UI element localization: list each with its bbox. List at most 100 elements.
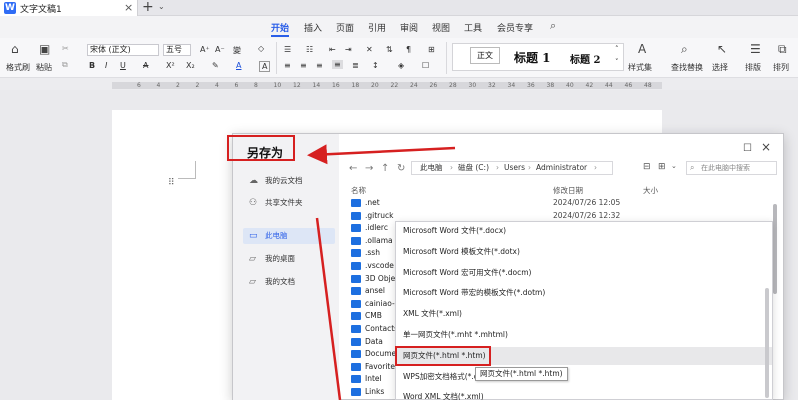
file-type-option[interactable]: Microsoft Word 模板文件(*.dotx) — [396, 243, 772, 261]
style-normal[interactable]: 正文 — [470, 47, 500, 64]
arrange-label[interactable]: 排列 — [773, 62, 789, 73]
strikethrough-icon[interactable]: A — [143, 61, 148, 70]
column-header-size[interactable]: 大小 — [643, 185, 658, 196]
breadcrumb-users[interactable]: Users — [504, 162, 525, 174]
view-mode-icon[interactable]: ⊞ — [658, 162, 666, 172]
view-mode-dropdown-icon[interactable]: ⌄ — [671, 162, 677, 170]
line-spacing-icon[interactable]: ↕ — [372, 61, 379, 70]
ruler-bar[interactable] — [112, 82, 662, 89]
tab-list-dropdown-icon[interactable]: ⌄ — [158, 2, 165, 11]
sidebar-item-desktop[interactable]: ▱ 我的桌面 — [243, 251, 335, 267]
format-painter-icon[interactable]: ⌂ — [11, 42, 19, 56]
refresh-icon[interactable]: ↻ — [397, 163, 405, 174]
style-heading-1[interactable]: 标题 1 — [514, 49, 551, 66]
style-set-label[interactable]: 样式集 — [628, 62, 652, 73]
file-type-option[interactable]: Microsoft Word 文件(*.docx) — [396, 222, 772, 240]
back-icon[interactable]: ← — [349, 163, 357, 174]
sidebar-item-shared-folder[interactable]: ⚇ 共享文件夹 — [243, 195, 335, 211]
align-right-icon[interactable]: ≡ — [316, 61, 323, 70]
menu-tab-review[interactable]: 审阅 — [400, 21, 418, 34]
sidebar-item-documents[interactable]: ▱ 我的文档 — [243, 274, 335, 290]
menu-tab-tools[interactable]: 工具 — [464, 21, 482, 34]
paragraph-drag-handle-icon[interactable]: ⠿ — [168, 178, 175, 188]
font-shrink-icon[interactable]: A⁻ — [215, 45, 225, 54]
justify-icon[interactable]: ≡ — [332, 60, 343, 69]
underline-icon[interactable]: U — [120, 61, 126, 70]
file-type-option[interactable]: WPS加密文档格式(*.do — [396, 368, 772, 386]
shading-icon[interactable]: ◈ — [398, 61, 404, 70]
copy-icon[interactable]: ⧉ — [62, 60, 68, 70]
maximize-icon[interactable]: ☐ — [743, 143, 752, 154]
close-dialog-icon[interactable]: × — [761, 140, 771, 154]
cut-icon[interactable]: ✂ — [62, 44, 69, 53]
paste-label[interactable]: 粘贴 — [36, 62, 52, 73]
sidebar-item-this-pc[interactable]: ▭ 此电脑 — [243, 228, 335, 244]
up-icon[interactable]: ↑ — [381, 163, 389, 174]
font-size-select[interactable]: 五号 — [163, 44, 191, 56]
file-type-option[interactable]: 单一网页文件(*.mht *.mhtml) — [396, 326, 772, 344]
menu-tab-references[interactable]: 引用 — [368, 21, 386, 34]
paste-icon[interactable]: ▣ — [39, 42, 50, 56]
style-gallery-up-icon[interactable]: ˄ — [615, 45, 619, 53]
arrange-icon[interactable]: ⧉ — [778, 42, 787, 57]
align-left-icon[interactable]: ≡ — [284, 61, 291, 70]
file-type-option[interactable]: XML 文件(*.xml) — [396, 305, 772, 323]
menu-tab-insert[interactable]: 插入 — [304, 21, 322, 34]
menu-tab-home[interactable]: 开始 — [271, 21, 289, 34]
find-replace-label[interactable]: 查找替换 — [671, 62, 703, 73]
style-set-icon[interactable]: A — [638, 42, 646, 56]
format-painter-label[interactable]: 格式刷 — [6, 62, 30, 73]
style-heading-2[interactable]: 标题 2 — [570, 51, 600, 66]
address-bar[interactable]: 此电脑 › 磁盘 (C:) › Users › Administrator › — [411, 161, 613, 175]
select-label[interactable]: 选择 — [712, 62, 728, 73]
file-list-scrollbar[interactable] — [773, 204, 777, 294]
new-tab-icon[interactable]: + — [142, 0, 154, 15]
file-list-row[interactable]: .gitruck 2024/07/26 12:32 — [351, 210, 771, 222]
select-icon[interactable]: ↖ — [717, 42, 727, 56]
clear-format-icon[interactable]: ◇ — [258, 44, 264, 53]
search-input[interactable]: ⌕ 在此电脑中搜索 — [686, 161, 777, 175]
font-name-select[interactable]: 宋体 (正文) — [87, 44, 159, 56]
file-type-option[interactable]: Word XML 文档(*.xml) — [396, 388, 772, 400]
menu-tab-member[interactable]: 会员专享 — [497, 21, 533, 34]
column-header-modified[interactable]: 修改日期 — [553, 185, 583, 196]
menu-tab-view[interactable]: 视图 — [432, 21, 450, 34]
decrease-indent-icon[interactable]: ⇤ — [329, 45, 336, 54]
bold-icon[interactable]: B — [89, 61, 95, 70]
file-type-option[interactable]: Microsoft Word 宏可用文件(*.docm) — [396, 264, 772, 282]
font-grow-icon[interactable]: A⁺ — [200, 45, 210, 54]
subscript-icon[interactable]: X₂ — [186, 61, 195, 70]
layout-icon[interactable]: ☰ — [750, 42, 761, 56]
breadcrumb-this-pc[interactable]: 此电脑 — [420, 162, 443, 174]
italic-icon[interactable]: I — [105, 61, 107, 70]
forward-icon[interactable]: → — [365, 163, 373, 174]
show-marks-icon[interactable]: ¶ — [406, 45, 411, 54]
phonetic-guide-icon[interactable]: 變 — [233, 45, 241, 56]
search-icon[interactable]: ⌕ — [550, 19, 556, 33]
bullet-list-icon[interactable]: ☰ — [284, 45, 291, 54]
distributed-icon[interactable]: ≣ — [352, 61, 359, 70]
layout-label[interactable]: 排版 — [745, 62, 761, 73]
new-folder-icon[interactable]: ⊟ — [643, 162, 651, 172]
file-list-row[interactable]: .net 2024/07/26 12:05 — [351, 197, 771, 209]
column-header-name[interactable]: 名称 — [351, 185, 366, 196]
breadcrumb-disk-c[interactable]: 磁盘 (C:) — [458, 162, 489, 174]
close-tab-icon[interactable]: × — [124, 1, 133, 14]
highlight-icon[interactable]: ✎ — [212, 61, 219, 70]
find-replace-icon[interactable]: ⌕ — [681, 42, 688, 57]
align-center-icon[interactable]: ≡ — [300, 61, 307, 70]
file-type-option[interactable]: Microsoft Word 带宏的模板文件(*.dotm) — [396, 284, 772, 302]
chinese-layout-icon[interactable]: ✕ — [366, 45, 373, 54]
numbered-list-icon[interactable]: ☷ — [306, 45, 313, 54]
border-icon[interactable]: ☐ — [422, 61, 429, 70]
menu-tab-page[interactable]: 页面 — [336, 21, 354, 34]
document-tab[interactable]: W 文字文稿1 × — [0, 0, 138, 16]
increase-indent-icon[interactable]: ⇥ — [345, 45, 352, 54]
breadcrumb-administrator[interactable]: Administrator — [536, 162, 587, 174]
superscript-icon[interactable]: X² — [166, 61, 175, 70]
grid-icon[interactable]: ⊞ — [428, 45, 435, 54]
style-gallery-more-icon[interactable]: ˅ — [615, 58, 619, 66]
font-color-icon[interactable]: A — [236, 61, 241, 70]
dropdown-scrollbar[interactable] — [765, 288, 769, 398]
sort-icon[interactable]: ⇅ — [386, 45, 393, 54]
